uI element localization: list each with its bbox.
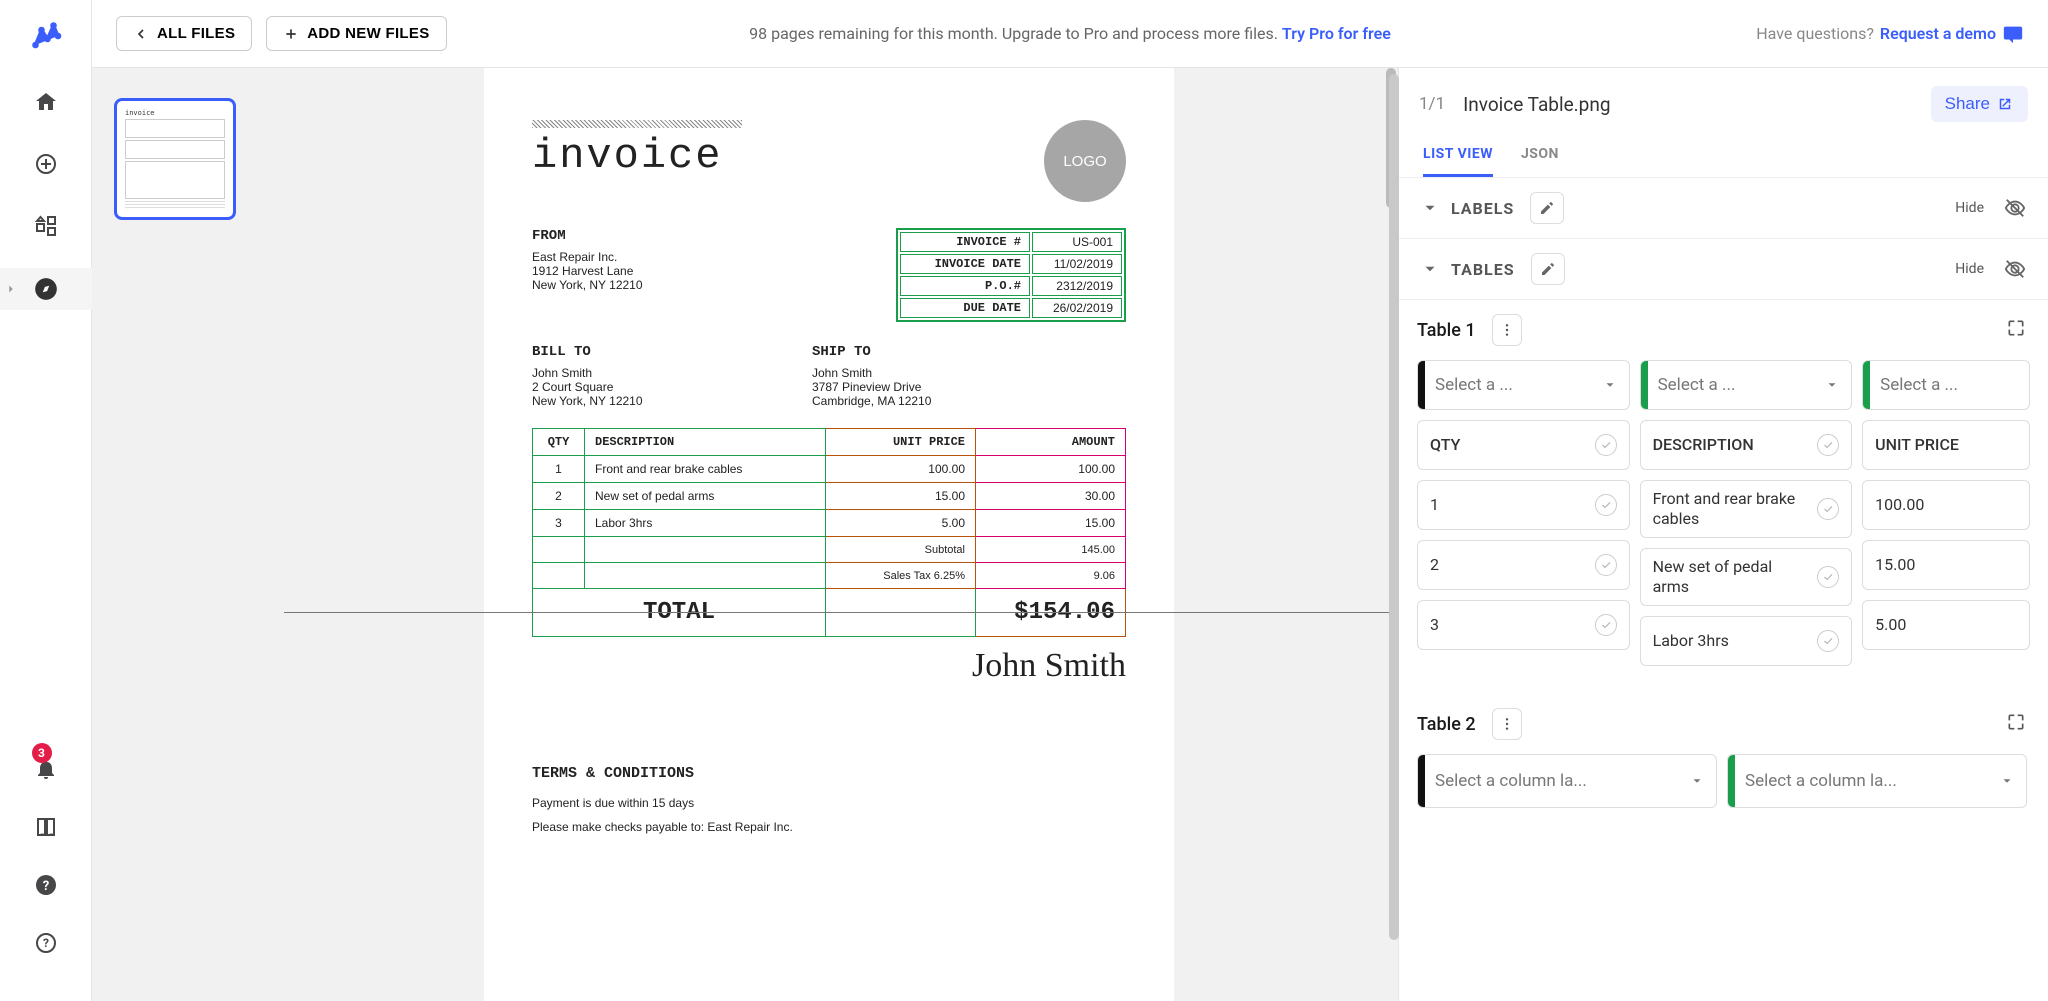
support-icon[interactable]: ?: [26, 923, 66, 963]
tab-json[interactable]: JSON: [1521, 142, 1559, 177]
chat-icon[interactable]: [2002, 23, 2024, 45]
divider-line: [284, 612, 1398, 613]
page-count: 1/1: [1419, 94, 1445, 114]
panel-scrollbar[interactable]: [1389, 74, 1399, 995]
table1-col3-select[interactable]: Select a ...: [1862, 360, 2030, 410]
home-icon[interactable]: [26, 82, 66, 122]
table1-data-cell[interactable]: Labor 3hrs: [1640, 616, 1853, 666]
left-sidebar: 3 ? ?: [0, 0, 92, 1001]
table1-header-cell[interactable]: UNIT PRICE: [1862, 420, 2030, 470]
invoice-page: invoice LOGO FROM East Repair Inc. 1912 …: [484, 68, 1174, 1001]
invoice-meta-table: INVOICE #US-001 INVOICE DATE11/02/2019 P…: [896, 228, 1126, 322]
terms-label: TERMS & CONDITIONS: [532, 765, 1126, 782]
bill-to-label: BILL TO: [532, 344, 752, 360]
promo-banner: 98 pages remaining for this month. Upgra…: [749, 24, 1391, 43]
table1-data-cell[interactable]: 5.00: [1862, 600, 2030, 650]
help-icon[interactable]: ?: [26, 865, 66, 905]
extraction-panel: 1/1 Invoice Table.png Share LIST VIEW JS…: [1398, 68, 2048, 1001]
chevron-down-icon[interactable]: [1421, 199, 1439, 217]
docs-icon[interactable]: [26, 807, 66, 847]
eye-off-icon[interactable]: [2004, 197, 2026, 219]
invoice-title: invoice: [532, 132, 742, 180]
table1-menu-button[interactable]: [1492, 314, 1522, 346]
add-new-files-button[interactable]: ADD NEW FILES: [266, 16, 446, 51]
edit-labels-button[interactable]: [1530, 192, 1564, 224]
top-bar: ALL FILES ADD NEW FILES 98 pages remaini…: [92, 0, 2048, 68]
view-tabs: LIST VIEW JSON: [1399, 142, 2048, 178]
notification-badge: 3: [32, 743, 52, 763]
explore-icon[interactable]: [0, 268, 92, 310]
table1-data-cell[interactable]: 3: [1417, 600, 1630, 650]
chevron-down-icon[interactable]: [1421, 260, 1439, 278]
labels-section-header: LABELS Hide: [1399, 178, 2048, 239]
apps-icon[interactable]: [26, 206, 66, 246]
table1-header-cell[interactable]: DESCRIPTION: [1640, 420, 1853, 470]
table2-menu-button[interactable]: [1492, 708, 1522, 740]
logo-placeholder: LOGO: [1044, 120, 1126, 202]
from-label: FROM: [532, 228, 799, 244]
all-files-button[interactable]: ALL FILES: [116, 16, 252, 51]
hide-labels-button[interactable]: Hide: [1955, 200, 1984, 216]
table1-expand-button[interactable]: [2006, 318, 2030, 342]
hide-tables-button[interactable]: Hide: [1955, 261, 1984, 277]
app-logo-icon[interactable]: [28, 18, 64, 54]
table2-expand-button[interactable]: [2006, 712, 2030, 736]
table2-col2-select[interactable]: Select a column la...: [1727, 754, 2027, 808]
svg-text:?: ?: [43, 936, 49, 950]
svg-text:?: ?: [42, 879, 48, 894]
table2-name: Table 2: [1417, 714, 1476, 735]
document-canvas: invoice LOGO FROM East Repair Inc. 1912 …: [260, 68, 1398, 1001]
table2-col1-select[interactable]: Select a column la...: [1417, 754, 1717, 808]
thumbnail-panel: invoice: [92, 68, 260, 1001]
page-thumbnail[interactable]: invoice: [114, 98, 236, 220]
signature: John Smith: [532, 647, 1126, 685]
hatched-decor: [532, 120, 742, 128]
table1-data-cell[interactable]: 2: [1417, 540, 1630, 590]
notifications-icon[interactable]: 3: [26, 749, 66, 789]
table2-block: Table 2 Select a column la...: [1399, 678, 2048, 820]
tables-section-header: TABLES Hide: [1399, 239, 2048, 300]
help-banner: Have questions? Request a demo: [1756, 23, 2024, 45]
table1-data-cell[interactable]: New set of pedal arms: [1640, 548, 1853, 606]
table1-name: Table 1: [1417, 320, 1476, 341]
table1-col1-select[interactable]: Select a ...: [1417, 360, 1630, 410]
share-button[interactable]: Share: [1931, 86, 2028, 122]
table1-data-cell[interactable]: 100.00: [1862, 480, 2030, 530]
table1-data-cell[interactable]: 15.00: [1862, 540, 2030, 590]
table1-col2-select[interactable]: Select a ...: [1640, 360, 1853, 410]
add-icon[interactable]: [26, 144, 66, 184]
file-name: Invoice Table.png: [1463, 93, 1931, 116]
ship-to-label: SHIP TO: [812, 344, 1032, 360]
eye-off-icon[interactable]: [2004, 258, 2026, 280]
edit-tables-button[interactable]: [1531, 253, 1565, 285]
tab-list-view[interactable]: LIST VIEW: [1423, 142, 1493, 177]
table1-data-cell[interactable]: 1: [1417, 480, 1630, 530]
workspace: invoice invoice LOGO: [92, 68, 2048, 1001]
table1-header-cell[interactable]: QTY: [1417, 420, 1630, 470]
invoice-line-items-table: QTY DESCRIPTION UNIT PRICE AMOUNT 1Front…: [532, 428, 1126, 637]
request-demo-link[interactable]: Request a demo: [1880, 24, 1996, 43]
table1-block: Table 1 Select a ... QTY 1 2: [1399, 300, 2048, 678]
table1-data-cell[interactable]: Front and rear brake cables: [1640, 480, 1853, 538]
try-pro-link[interactable]: Try Pro for free: [1282, 24, 1391, 43]
